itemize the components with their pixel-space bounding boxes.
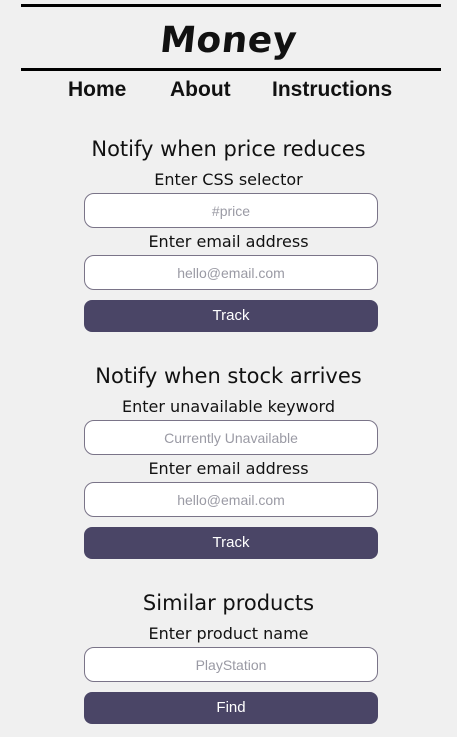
price-section-title: Notify when price reduces [91,137,366,161]
price-email-input[interactable] [84,255,378,290]
header-top-rule [21,4,441,7]
site-title: Money [158,20,299,61]
price-email-label: Enter email address [148,232,309,251]
stock-track-button[interactable]: Track [84,527,378,559]
unavailable-keyword-label: Enter unavailable keyword [122,397,335,416]
stock-email-input[interactable] [84,482,378,517]
stock-section-title: Notify when stock arrives [95,364,362,388]
main-nav: Home About Instructions [0,76,457,104]
header-bottom-rule [21,68,441,71]
product-name-label: Enter product name [148,624,309,643]
nav-instructions-link[interactable]: Instructions [272,76,392,104]
find-button[interactable]: Find [84,692,378,724]
css-selector-input[interactable] [84,193,378,228]
unavailable-keyword-input[interactable] [84,420,378,455]
css-selector-label: Enter CSS selector [154,170,303,189]
nav-about-link[interactable]: About [170,76,231,104]
similar-section-title: Similar products [142,591,315,615]
stock-email-label: Enter email address [148,459,309,478]
price-track-button[interactable]: Track [84,300,378,332]
product-name-input[interactable] [84,647,378,682]
nav-home-link[interactable]: Home [68,76,126,104]
